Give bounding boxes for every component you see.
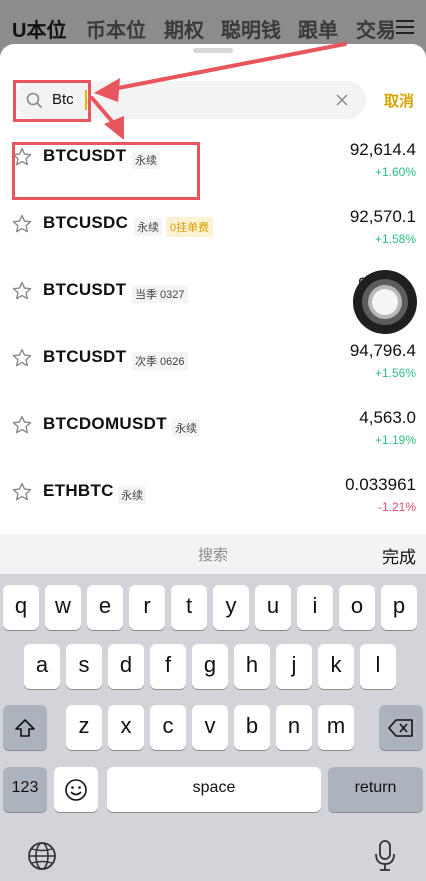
microphone-icon[interactable] [374, 840, 396, 872]
backspace-key[interactable] [379, 705, 423, 750]
key-c[interactable]: c [150, 705, 186, 750]
key-i[interactable]: i [297, 585, 333, 630]
star-icon[interactable] [11, 280, 33, 302]
emoji-key[interactable] [54, 767, 98, 812]
key-p[interactable]: p [381, 585, 417, 630]
assistive-touch-button[interactable] [353, 270, 417, 334]
result-row[interactable]: BTCUSDT 次季 0626 94,796.4 +1.56% [0, 341, 426, 407]
key-e[interactable]: e [87, 585, 123, 630]
space-key[interactable]: space [107, 767, 321, 812]
shift-icon [15, 718, 35, 737]
key-k[interactable]: k [318, 644, 354, 689]
key-m[interactable]: m [318, 705, 354, 750]
key-z[interactable]: z [66, 705, 102, 750]
contract-type-tag: 永续 [118, 486, 146, 504]
globe-icon[interactable] [26, 840, 58, 872]
bg-tab-smart-money: 聪明钱 [221, 20, 281, 42]
price-change: -1.21% [377, 500, 416, 514]
bg-tab-u-margined: U本位 [12, 20, 67, 42]
annotation-highlight-search [13, 80, 91, 122]
cancel-button[interactable]: 取消 [384, 90, 414, 111]
key-w[interactable]: w [45, 585, 81, 630]
price-change: +1.60% [374, 165, 416, 179]
clear-icon[interactable] [334, 92, 350, 108]
hamburger-menu-icon [396, 20, 414, 34]
key-f[interactable]: f [150, 644, 186, 689]
keyboard: 搜索 完成 q w e r t y u i o p a s d f g h j … [0, 534, 426, 881]
key-b[interactable]: b [234, 705, 270, 750]
price-change: +1.19% [374, 433, 416, 447]
bg-tab-coin-margined: 币本位 [86, 20, 146, 42]
return-key[interactable]: return [328, 767, 423, 812]
annotation-highlight-first-result [12, 142, 200, 200]
key-x[interactable]: x [108, 705, 144, 750]
key-r[interactable]: r [129, 585, 165, 630]
symbol-name: BTCUSDT [43, 280, 127, 299]
contract-type-tag: 次季 0626 [132, 352, 188, 370]
backspace-icon [388, 718, 413, 737]
keyboard-toolbar-label: 搜索 [197, 547, 228, 564]
done-button[interactable]: 完成 [382, 543, 416, 568]
result-row[interactable]: ETHBTC 永续 0.033961 -1.21% [0, 475, 426, 534]
price-change: +1.58% [374, 232, 416, 246]
symbol-name: ETHBTC [43, 481, 114, 500]
last-price: 4,563.0 [359, 408, 416, 427]
last-price: 94,796.4 [349, 341, 416, 360]
price-change: +1.56% [374, 366, 416, 380]
key-g[interactable]: g [192, 644, 228, 689]
last-price: 92,614.4 [349, 140, 416, 159]
key-u[interactable]: u [255, 585, 291, 630]
numbers-key[interactable]: 123 [3, 767, 47, 812]
symbol-name: BTCDOMUSDT [43, 414, 167, 433]
result-row[interactable]: BTCUSDC 永续 0挂单费 92,570.1 +1.58% [0, 207, 426, 273]
keyboard-toolbar: 搜索 完成 [0, 534, 426, 574]
key-v[interactable]: v [192, 705, 228, 750]
star-icon[interactable] [11, 481, 33, 503]
last-price: 92,570.1 [349, 207, 416, 226]
key-j[interactable]: j [276, 644, 312, 689]
key-a[interactable]: a [24, 644, 60, 689]
key-o[interactable]: o [339, 585, 375, 630]
bg-tab-options: 期权 [164, 20, 204, 42]
key-q[interactable]: q [3, 585, 39, 630]
key-s[interactable]: s [66, 644, 102, 689]
shift-key[interactable] [3, 705, 47, 750]
sheet-grabber[interactable] [193, 48, 233, 53]
key-n[interactable]: n [276, 705, 312, 750]
emoji-icon [65, 778, 87, 801]
key-t[interactable]: t [171, 585, 207, 630]
contract-type-tag: 当季 0327 [132, 285, 188, 303]
key-l[interactable]: l [360, 644, 396, 689]
last-price: 0.033961 [345, 475, 416, 494]
star-icon[interactable] [11, 347, 33, 369]
result-row[interactable]: BTCDOMUSDT 永续 4,563.0 +1.19% [0, 408, 426, 474]
symbol-name: BTCUSDC [43, 213, 129, 232]
contract-type-tag: 永续 [172, 419, 200, 437]
star-icon[interactable] [11, 414, 33, 436]
bg-tab-copy-trading: 跟单 [298, 20, 338, 42]
fee-badge: 0挂单费 [166, 217, 214, 237]
key-d[interactable]: d [108, 644, 144, 689]
symbol-name: BTCUSDT [43, 347, 127, 366]
key-h[interactable]: h [234, 644, 270, 689]
star-icon[interactable] [11, 213, 33, 235]
bg-tab-trade: 交易 [356, 20, 396, 42]
contract-type-tag: 永续 [134, 218, 162, 236]
key-y[interactable]: y [213, 585, 249, 630]
